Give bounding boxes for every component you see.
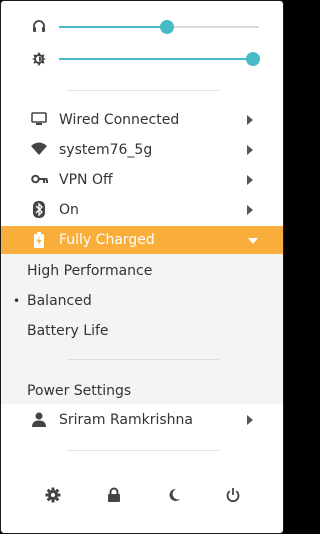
volume-slider-fill [59, 26, 167, 28]
selected-bullet: • [13, 294, 21, 308]
battery-charging-icon [34, 232, 44, 248]
menu-item-vpn[interactable]: VPN Off [1, 169, 283, 191]
menu-item-wifi[interactable]: system76_5g [1, 139, 283, 161]
power-mode-high-performance[interactable]: High Performance [27, 262, 152, 280]
wifi-label: system76_5g [59, 142, 153, 158]
separator [67, 359, 219, 360]
brightness-icon [32, 52, 46, 66]
brightness-slider-fill [59, 58, 253, 60]
settings-icon[interactable] [45, 487, 61, 503]
power-mode-battery-life[interactable]: Battery Life [27, 322, 109, 340]
arrow-right-icon [247, 175, 253, 185]
separator [67, 450, 219, 451]
bluetooth-icon [33, 201, 45, 218]
vpn-label: VPN Off [59, 172, 113, 188]
power-label: Fully Charged [59, 232, 155, 248]
chevron-down-icon [248, 238, 258, 244]
key-icon [31, 174, 48, 184]
arrow-right-icon [247, 145, 253, 155]
arrow-right-icon [247, 205, 253, 215]
volume-slider[interactable] [59, 20, 259, 34]
system-menu: Wired Connected system76_5g VPN Off On F… [0, 0, 284, 534]
suspend-icon[interactable] [167, 487, 183, 503]
power-submenu: High Performance • Balanced Battery Life… [1, 254, 283, 404]
arrow-right-icon [247, 415, 253, 425]
power-mode-balanced[interactable]: Balanced [27, 292, 92, 310]
brightness-slider[interactable] [59, 52, 260, 66]
arrow-right-icon [247, 115, 253, 125]
user-icon [32, 412, 46, 427]
volume-slider-knob[interactable] [160, 20, 174, 34]
power-settings-link[interactable]: Power Settings [27, 382, 131, 400]
wired-label: Wired Connected [59, 112, 180, 128]
power-off-icon[interactable] [225, 487, 241, 503]
user-label: Sriram Ramkrishna [59, 412, 193, 428]
lock-icon[interactable] [106, 487, 122, 503]
bluetooth-label: On [59, 202, 79, 218]
separator [67, 90, 219, 91]
menu-item-bluetooth[interactable]: On [1, 199, 283, 221]
menu-item-user[interactable]: Sriram Ramkrishna [1, 409, 283, 431]
monitor-icon [31, 112, 47, 125]
wifi-icon [31, 142, 47, 155]
menu-item-wired[interactable]: Wired Connected [1, 109, 283, 131]
menu-item-power[interactable]: Fully Charged [1, 226, 283, 254]
brightness-slider-knob[interactable] [246, 52, 260, 66]
headphones-icon [33, 20, 45, 32]
